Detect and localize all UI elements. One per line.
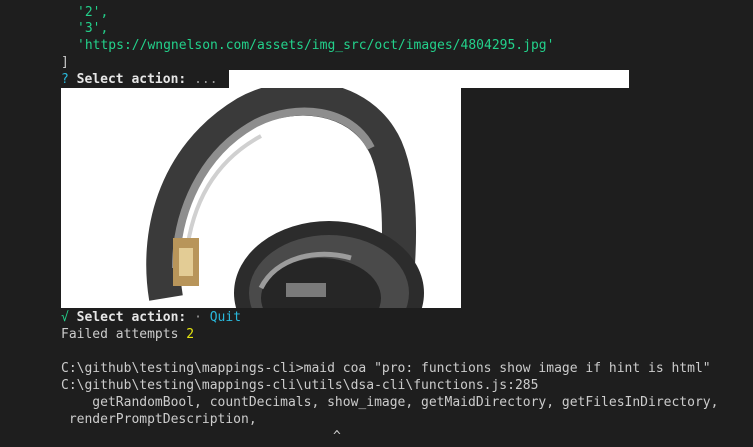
error-caret: ^ [333, 429, 341, 444]
image-top-strip [229, 70, 629, 88]
prompt-select-action-pending: ? Select action: ... [61, 71, 218, 88]
question-marker-icon: ? [61, 72, 69, 87]
check-marker-icon: √ [61, 310, 69, 325]
array-close-bracket: ] [61, 55, 69, 70]
error-source-line-1: getRandomBool, countDecimals, show_image… [61, 395, 719, 410]
error-file-path: C:\github\testing\mappings-cli\utils\dsa… [61, 378, 539, 393]
failed-attempts-count: 2 [186, 327, 195, 342]
headphones-icon [61, 88, 461, 308]
prompt-pending-value: ... [194, 72, 218, 87]
prompt-answer: Quit [209, 310, 242, 325]
error-source-line-2: renderPromptDescription, [61, 412, 257, 427]
prompt-label: Select action: [76, 72, 187, 87]
failed-attempts-line: Failed attempts 2 [61, 326, 194, 343]
prompt-select-action-done: √ Select action: · Quit [61, 309, 241, 326]
headphones-image [61, 88, 461, 308]
array-item-url: 'https://wngnelson.com/assets/img_src/oc… [77, 38, 555, 53]
prompt-label: Select action: [76, 310, 187, 325]
prompt-separator: · [194, 310, 202, 325]
command-line: C:\github\testing\mappings-cli>maid coa … [61, 361, 711, 376]
terminal-window[interactable]: '2', '3', 'https://wngnelson.com/assets/… [0, 0, 753, 447]
failed-attempts-label: Failed attempts [61, 327, 179, 342]
array-item-2: '2', [77, 5, 109, 20]
array-item-3: '3', [77, 21, 109, 36]
